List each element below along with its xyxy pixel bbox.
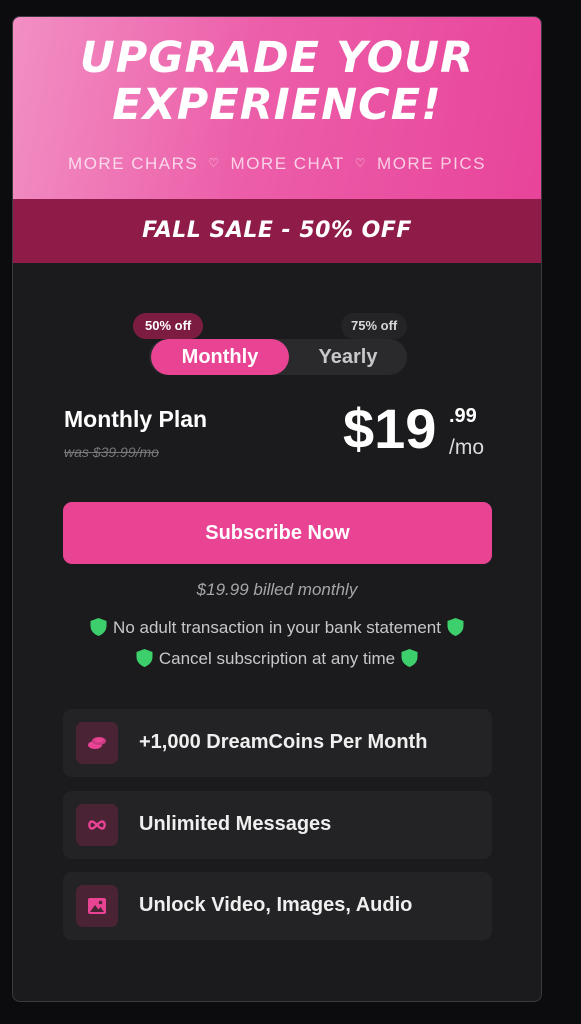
infinity-icon [76, 804, 118, 846]
shield-icon [136, 649, 153, 667]
coins-icon [76, 722, 118, 764]
feature-item: Unlock Video, Images, Audio [63, 872, 492, 940]
perk-label: MORE CHARS [68, 154, 199, 173]
assurance-line: Cancel subscription at any time [13, 649, 541, 669]
hero-title: UPGRADE YOUR EXPERIENCE! [13, 35, 541, 129]
hero-title-line1: UPGRADE YOUR [79, 33, 475, 83]
billing-toggle: Monthly Yearly [149, 339, 407, 375]
subscribe-button[interactable]: Subscribe Now [63, 502, 492, 564]
plan-name: Monthly Plan [64, 406, 208, 432]
assurance-text: Cancel subscription at any time [158, 649, 396, 668]
yearly-discount-badge: 75% off [341, 313, 408, 339]
perk-label: MORE PICS [377, 154, 486, 173]
heart-icon: ♡ [208, 156, 221, 170]
sale-banner-text: FALL SALE - 50% OFF [142, 218, 412, 243]
feature-label: Unlock Video, Images, Audio [139, 894, 413, 916]
feature-label: +1,000 DreamCoins Per Month [139, 731, 428, 753]
feature-item: Unlimited Messages [63, 791, 492, 859]
assurance-text: No adult transaction in your bank statem… [113, 618, 441, 637]
sale-banner: FALL SALE - 50% OFF [13, 199, 541, 263]
shield-icon [401, 649, 418, 667]
billing-note: $19.99 billed monthly [196, 580, 358, 599]
feature-item: +1,000 DreamCoins Per Month [63, 709, 492, 777]
price-cents: .99 [449, 405, 477, 427]
hero-banner: UPGRADE YOUR EXPERIENCE! MORE CHARS ♡ MORE… [13, 17, 541, 199]
shield-icon [447, 618, 464, 636]
image-icon [76, 885, 118, 927]
upgrade-card: UPGRADE YOUR EXPERIENCE! MORE CHARS ♡ MORE… [12, 16, 542, 1002]
heart-icon: ♡ [354, 156, 368, 170]
hero-perks: MORE CHARS ♡ MORE CHAT ♡ MORE PICS [13, 154, 541, 174]
price-period: /mo [449, 436, 485, 459]
feature-label: Unlimited Messages [139, 813, 332, 835]
shield-icon [90, 618, 107, 636]
perk-label: MORE CHAT [230, 154, 345, 173]
plan-was-price: was $39.99/mo [64, 444, 159, 460]
hero-title-line2: EXPERIENCE! [112, 80, 442, 130]
price-whole: $19 [343, 397, 437, 460]
monthly-discount-badge: 50% off [133, 313, 204, 339]
toggle-yearly[interactable]: Yearly [289, 339, 407, 375]
assurance-line: No adult transaction in your bank statem… [13, 618, 541, 638]
toggle-monthly[interactable]: Monthly [151, 339, 289, 375]
